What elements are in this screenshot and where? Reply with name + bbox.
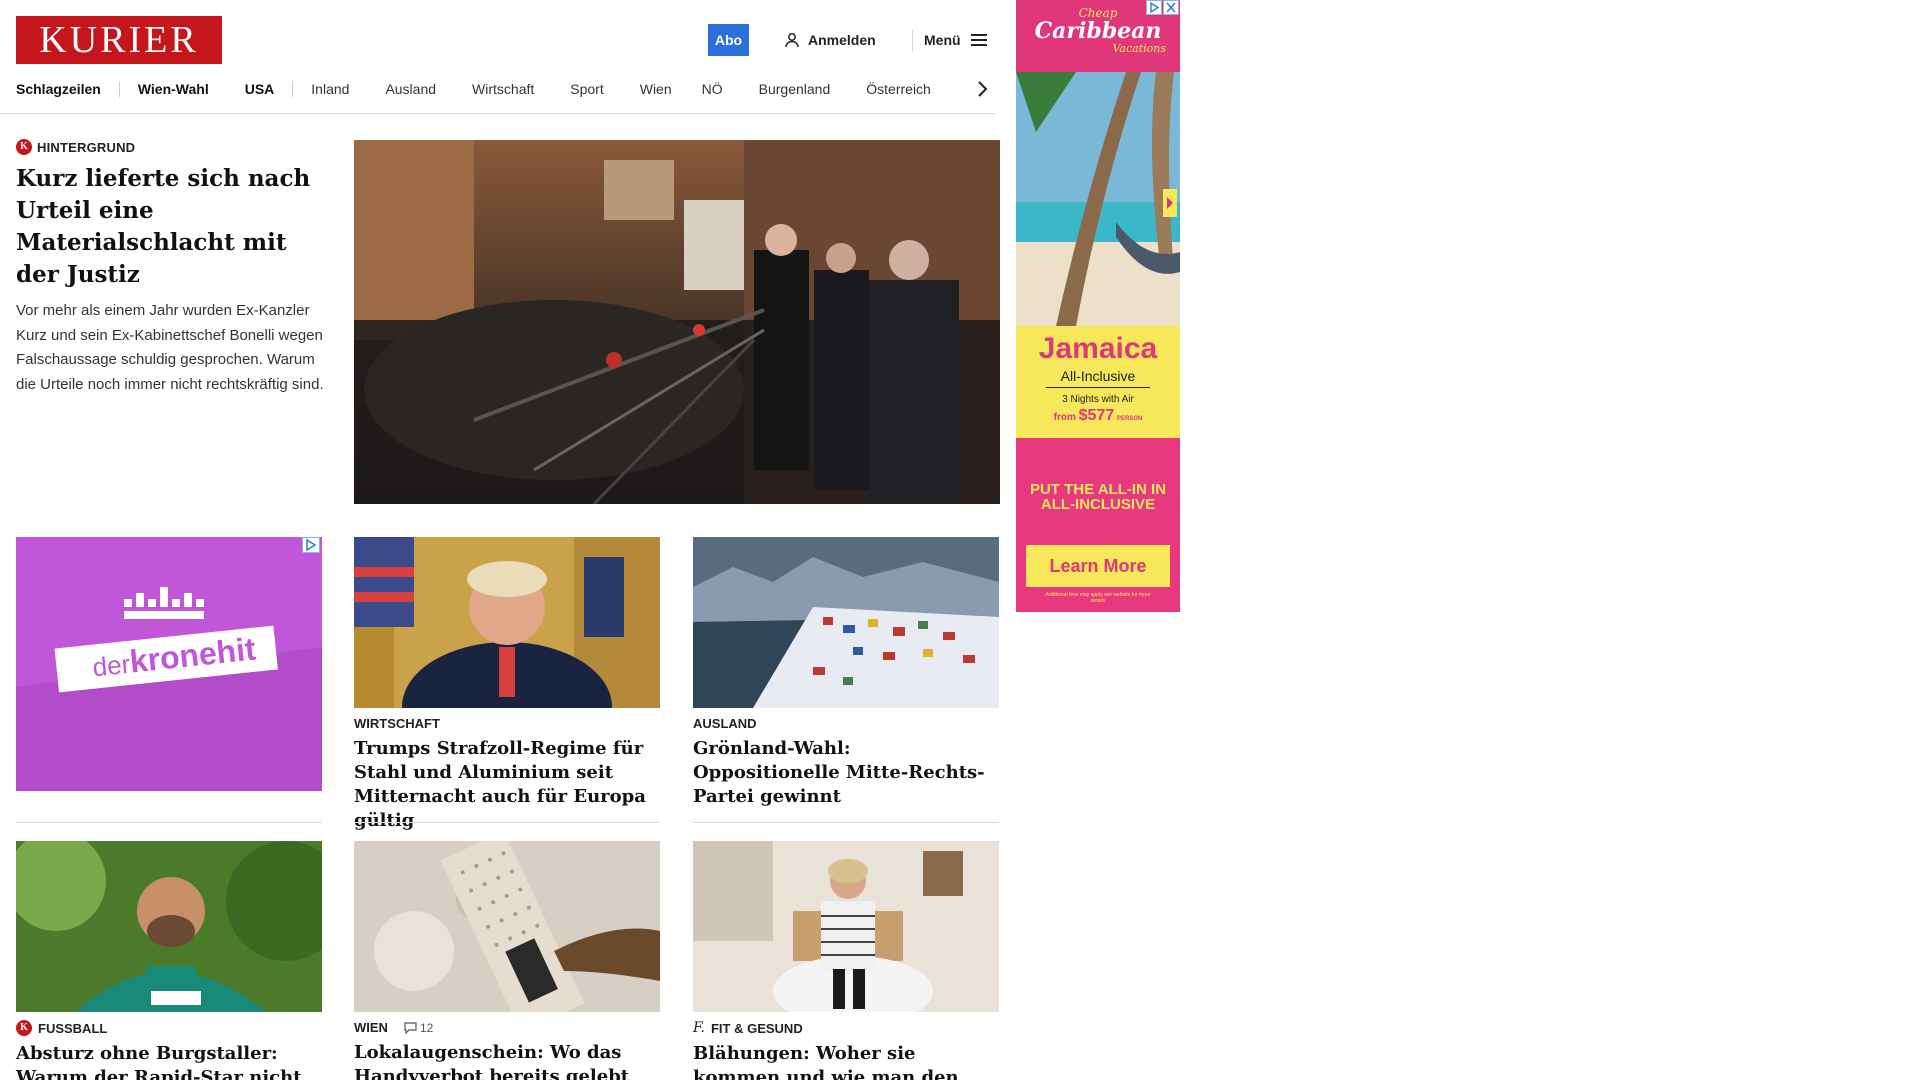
nav-item-ausland[interactable]: Ausland (385, 81, 436, 97)
hero-lead: Vor mehr als einem Jahr wurden Ex-Kanzle… (16, 302, 324, 393)
hero-article[interactable]: K Hintergrund Kurz lieferte sich nach Ur… (16, 139, 326, 397)
article-kicker: Ausland (693, 716, 757, 731)
site-header: KURIER Abo Anmelden Menü Schlagzeilen Wi… (0, 0, 996, 114)
kurier-plus-icon: K (16, 1020, 32, 1036)
nav-item-wien-wahl[interactable]: Wien-Wahl (138, 81, 209, 97)
ad-offer: Jamaica All-Inclusive 3 Nights with Air … (1016, 326, 1180, 438)
kurier-logo[interactable]: KURIER (16, 16, 222, 64)
article-card[interactable]: Ausland Grönland-Wahl: Oppositionelle Mi… (693, 716, 999, 809)
article-card[interactable]: Wirtschaft Trumps Strafzoll-Regime für S… (354, 716, 660, 833)
nav-item-burgenland[interactable]: Burgenland (759, 81, 831, 97)
comment-count[interactable]: 12 (404, 1021, 433, 1035)
ad-next-arrow[interactable] (1163, 189, 1177, 217)
menu-button[interactable]: Menü (924, 29, 987, 51)
menu-label: Menü (924, 32, 961, 48)
nav-item-noe[interactable]: NÖ (702, 81, 723, 97)
header-divider (912, 30, 913, 52)
learn-more-button[interactable]: Learn More (1026, 545, 1170, 587)
kurier-plus-icon: K (16, 139, 32, 155)
article-image-trump[interactable] (354, 537, 660, 708)
article-title[interactable]: Grönland-Wahl: Oppositionelle Mitte-Rech… (693, 737, 999, 809)
hamburger-icon (970, 34, 987, 46)
article-image-football[interactable] (16, 841, 322, 1012)
user-icon (785, 33, 799, 48)
nav-divider (118, 81, 120, 97)
article-title[interactable]: Absturz ohne Burgstaller: Warum der Rapi… (16, 1042, 322, 1080)
nav-item-wirtschaft[interactable]: Wirtschaft (472, 81, 534, 97)
fit-gesund-icon: f. (693, 1020, 705, 1036)
chevron-right-icon[interactable] (974, 78, 990, 100)
nav-item-oesterreich[interactable]: Österreich (866, 81, 931, 97)
caribbean-vacations-ad[interactable]: Cheap Caribbean Vacations Jamaica All-In… (1016, 0, 1180, 612)
ad-beach-image (1016, 72, 1180, 326)
nav-item-schlagzeilen[interactable]: Schlagzeilen (16, 81, 101, 97)
nav-item-usa[interactable]: USA (245, 81, 275, 97)
article-title[interactable]: Trumps Strafzoll-Regime für Stahl und Al… (354, 737, 660, 833)
article-card[interactable]: Wien 12 Lokalaugenschein: Wo das Handyve… (354, 1020, 660, 1080)
article-image-greenland[interactable] (693, 537, 999, 708)
article-title[interactable]: Blähungen: Woher sie kommen und wie man … (693, 1042, 999, 1080)
article-title[interactable]: Lokalaugenschein: Wo das Handyverbot ber… (354, 1041, 660, 1080)
adchoices-icon[interactable] (302, 537, 320, 553)
abo-button[interactable]: Abo (708, 24, 749, 56)
hero-title[interactable]: Kurz lieferte sich nach Urteil eine Mate… (16, 163, 326, 291)
article-kicker: Wien 12 (354, 1020, 434, 1035)
article-kicker: K Fussball (16, 1020, 322, 1036)
row-divider (16, 822, 322, 823)
row-divider (354, 822, 660, 823)
article-card[interactable]: K Fussball Absturz ohne Burgstaller: War… (16, 1020, 322, 1080)
article-image-phone[interactable] (354, 841, 660, 1012)
login-label: Anmelden (808, 32, 876, 48)
article-card[interactable]: f. Fit & Gesund Blähungen: Woher sie kom… (693, 1020, 999, 1080)
hero-kicker-label: Hintergrund (37, 139, 136, 155)
article-kicker: f. Fit & Gesund (693, 1020, 803, 1036)
nav-item-sport[interactable]: Sport (570, 81, 603, 97)
nav-item-wien[interactable]: Wien (640, 81, 672, 97)
login-button[interactable]: Anmelden (784, 29, 876, 51)
section-nav: Schlagzeilen Wien-Wahl USA Inland Auslan… (16, 78, 931, 100)
nav-divider (292, 81, 294, 97)
comment-icon (404, 1021, 417, 1034)
ad-cta-panel: PUT THE ALL-IN IN ALL-INCLUSIVE Learn Mo… (1016, 438, 1180, 612)
nav-item-inland[interactable]: Inland (311, 81, 349, 97)
adchoices-icon[interactable] (1146, 0, 1162, 15)
article-image-health[interactable] (693, 841, 999, 1012)
article-kicker: Wirtschaft (354, 716, 440, 731)
ad-close-icon[interactable] (1163, 0, 1179, 15)
hero-kicker: K Hintergrund (16, 139, 326, 155)
hero-image[interactable] (354, 140, 1000, 504)
kronehit-ad[interactable]: derkronehit money m (16, 537, 322, 791)
row-divider (693, 822, 999, 823)
